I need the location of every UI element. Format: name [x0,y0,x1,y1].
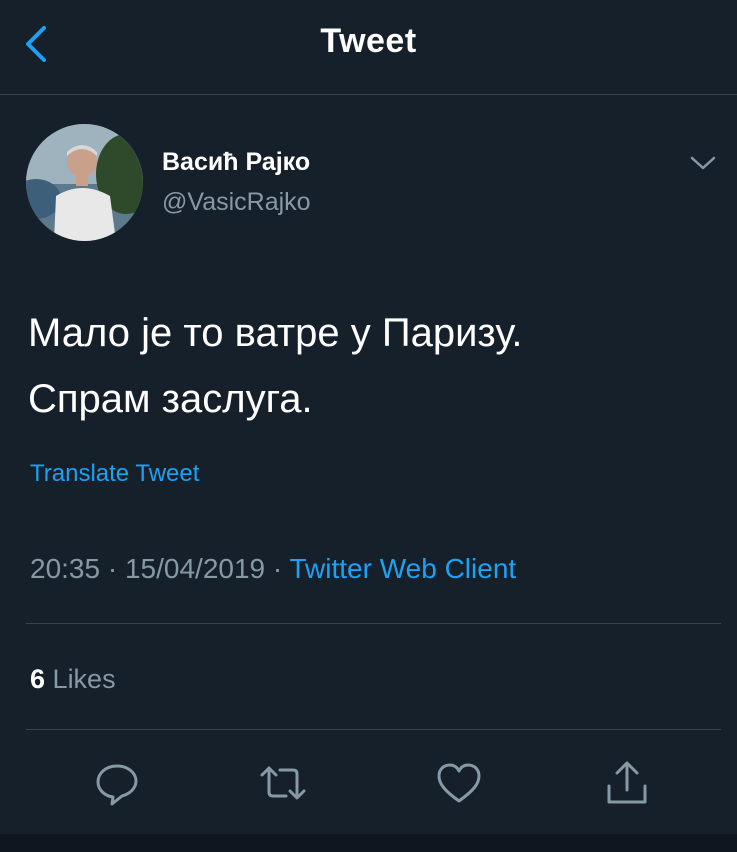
likes-stat[interactable]: 6 Likes [30,664,116,695]
divider [26,623,721,624]
divider [26,729,721,730]
retweet-icon[interactable] [258,758,308,808]
share-icon[interactable] [602,758,652,808]
chevron-down-icon[interactable] [688,153,718,173]
tweet-metadata: 20:35 · 15/04/2019 · Twitter Web Client [30,553,516,585]
like-icon[interactable] [434,758,484,808]
likes-label: Likes [52,664,116,694]
translate-tweet-link[interactable]: Translate Tweet [30,460,199,488]
tweet-time: 20:35 [30,553,101,584]
tweet-line: Спрам заслуга. [28,377,313,421]
reply-icon[interactable] [92,758,142,808]
top-bar: Tweet [0,0,737,95]
page-title: Tweet [320,22,417,60]
separator: · [107,553,118,584]
tweet-text: Мало је то ватре у Паризу. Спрам заслуга… [28,300,708,432]
tweet-client-link[interactable]: Twitter Web Client [290,553,517,584]
author-name[interactable]: Васић Рајко [162,148,310,177]
likes-count: 6 [30,664,46,694]
author-handle[interactable]: @VasicRajko [162,188,311,217]
bottom-edge [0,834,737,852]
separator: · [272,553,283,584]
tweet-date: 15/04/2019 [124,553,266,584]
avatar[interactable] [26,124,143,241]
tweet-line: Мало је то ватре у Паризу. [28,311,523,355]
